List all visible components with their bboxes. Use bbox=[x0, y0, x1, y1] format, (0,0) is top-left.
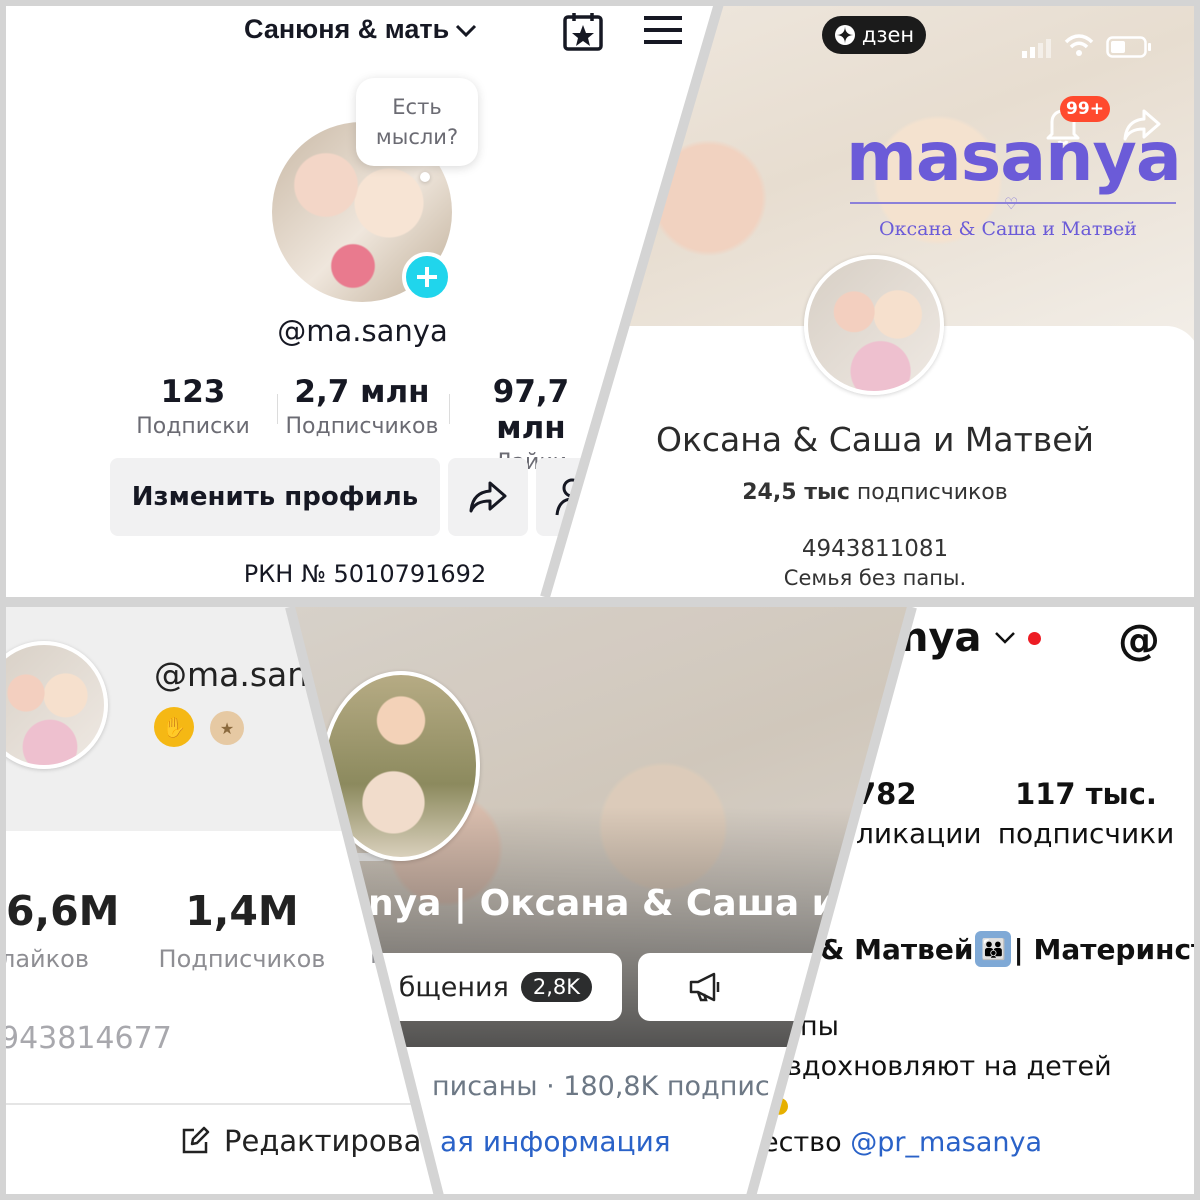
dzen-badge-label: дзен bbox=[861, 23, 915, 47]
stat-value: 97,7 млн bbox=[492, 374, 570, 446]
calendar-star-icon[interactable] bbox=[562, 12, 604, 56]
notification-count: 99+ bbox=[1066, 99, 1104, 119]
menu-icon[interactable] bbox=[644, 14, 684, 50]
ig-coop-label: ество bbox=[762, 1127, 842, 1158]
dzen-subscribers[interactable]: 24,5 тыс подписчиков bbox=[600, 480, 1150, 505]
dzen-subscribers-count: 24,5 тыс bbox=[742, 480, 850, 505]
dzen-brand-logo: masanya bbox=[846, 118, 1182, 197]
add-story-button[interactable] bbox=[402, 252, 452, 302]
stat-label: подписчики bbox=[997, 817, 1175, 850]
stat-label: лайков bbox=[0, 945, 89, 973]
dzen-avatar[interactable] bbox=[804, 255, 944, 395]
stat-value: 2,7 млн bbox=[294, 374, 430, 410]
stat-value: 1,4M bbox=[185, 887, 299, 935]
ig-username-text: nya bbox=[900, 615, 982, 661]
likee-username: @ma.sany bbox=[154, 655, 328, 694]
edit-profile-button[interactable]: Изменить профиль bbox=[110, 458, 440, 536]
ig-bio-line-1: & Матвей 👪 | Материнств bbox=[820, 931, 1200, 967]
stat-value: 6,6M bbox=[6, 887, 120, 935]
chevron-down-icon bbox=[455, 14, 477, 45]
bubble-line-1: Есть bbox=[392, 95, 442, 119]
dzen-badge[interactable]: дзен bbox=[822, 16, 926, 54]
dzen-subscribers-label: подписчиков bbox=[856, 480, 1008, 505]
ig-stat-posts[interactable]: 782 ликации bbox=[856, 777, 982, 850]
dzen-channel-name: Оксана & Саша и Матвей bbox=[655, 420, 1094, 459]
signal-icon bbox=[1022, 38, 1054, 62]
likee-edit-label: Редактироват bbox=[224, 1124, 439, 1158]
ig-bio-line-2: пы bbox=[800, 1011, 839, 1042]
stat-divider bbox=[449, 394, 450, 424]
tiktok-title-text: Санюня & мать bbox=[244, 14, 450, 44]
vk-messages-label: бщения bbox=[398, 971, 509, 1003]
likee-edit-button[interactable]: Редактироват bbox=[0, 1103, 440, 1177]
vk-community-name: nya | Оксана & Саша и bbox=[368, 883, 837, 924]
stat-label: Подписчиков bbox=[285, 414, 439, 439]
stat-value: 123 bbox=[160, 374, 226, 410]
stat-label: ликации bbox=[856, 817, 982, 850]
edit-icon bbox=[182, 1126, 210, 1154]
dzen-star-icon bbox=[834, 25, 855, 45]
likee-stat-likes[interactable]: 6,6M лайков bbox=[0, 887, 130, 973]
stat-label: Подписчиков bbox=[158, 945, 326, 973]
medal-badge-icon: ★ bbox=[210, 711, 244, 745]
collage-separator-horizontal bbox=[0, 597, 1200, 607]
ig-bio-text-a: & Матвей bbox=[820, 932, 974, 966]
share-icon bbox=[469, 481, 507, 513]
battery-icon bbox=[1106, 36, 1152, 62]
dzen-channel-id: 4943811081 bbox=[801, 536, 949, 562]
stat-divider bbox=[277, 394, 278, 424]
notification-dot bbox=[1027, 631, 1041, 645]
vk-messages-count: 2,8K bbox=[520, 972, 592, 1002]
bubble-dot bbox=[420, 172, 430, 182]
ig-username[interactable]: nya bbox=[900, 615, 1041, 661]
share-profile-button[interactable] bbox=[448, 458, 528, 536]
vk-subscribers-line[interactable]: писаны · 180,8K подпис bbox=[432, 1071, 770, 1102]
tiktok-title[interactable]: Санюня & мать bbox=[244, 14, 477, 45]
likee-stat-followers[interactable]: 1,4M Подписчиков bbox=[152, 887, 332, 973]
thoughts-bubble[interactable]: Есть мысли? bbox=[356, 78, 478, 166]
stat-value: 782 bbox=[856, 777, 917, 811]
plus-icon bbox=[417, 267, 437, 287]
stat-value: 117 тыс. bbox=[1015, 777, 1157, 811]
rkn-number: РКН № 5010791692 bbox=[243, 560, 487, 588]
tiktok-stat-followers[interactable]: 2,7 млн Подписчиков bbox=[282, 374, 442, 439]
wifi-icon bbox=[1064, 34, 1094, 62]
dzen-brand-subtitle: Оксана & Саша и Матвей bbox=[879, 218, 1137, 240]
ig-coop-link[interactable]: @pr_masanya bbox=[850, 1127, 1042, 1158]
brand-heart-icon: ♡ bbox=[1004, 194, 1019, 213]
stat-label: Подписки bbox=[136, 414, 250, 439]
edit-profile-label: Изменить профиль bbox=[131, 482, 419, 512]
tiktok-username: @ma.sanya bbox=[277, 314, 448, 348]
family-emoji-icon: 👪 bbox=[975, 931, 1012, 967]
megaphone-icon bbox=[689, 972, 720, 1002]
ig-coop-line[interactable]: ество @pr_masanya bbox=[762, 1127, 1042, 1158]
like-hand-badge-icon: ✋ bbox=[154, 707, 194, 747]
dzen-bio: Семья без папы. bbox=[783, 566, 967, 590]
ig-bio-line-3: вдохновляют на детей bbox=[786, 1051, 1112, 1082]
tiktok-stat-following[interactable]: 123 Подписки bbox=[120, 374, 266, 439]
likee-id: 943814677 bbox=[0, 1021, 172, 1056]
threads-icon[interactable]: @ bbox=[1116, 617, 1162, 663]
chevron-down-icon bbox=[994, 632, 1015, 644]
ig-stat-followers[interactable]: 117 тыс. подписчики bbox=[996, 777, 1176, 850]
ig-bio-text-b: | Материнств bbox=[1013, 932, 1200, 966]
vk-info-link[interactable]: ая информация bbox=[440, 1125, 671, 1158]
bubble-line-2: мысли? bbox=[375, 125, 459, 149]
